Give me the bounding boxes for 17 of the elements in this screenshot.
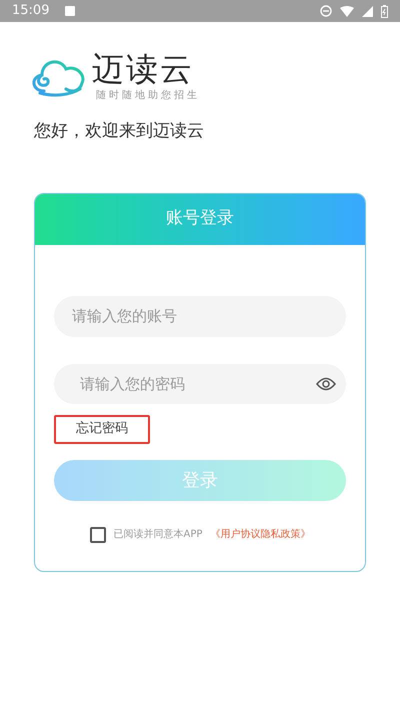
password-field[interactable]: 请输入您的密码 xyxy=(54,364,346,404)
signal-icon xyxy=(362,6,373,16)
card-title: 账号登录 xyxy=(166,207,234,230)
notification-icon xyxy=(65,6,76,16)
account-field[interactable]: 请输入您的账号 xyxy=(54,296,346,336)
agreement-text: 已阅读并同意本APP xyxy=(114,528,202,542)
logo-slogan: 随时随地助您招生 xyxy=(96,88,200,103)
do-not-disturb-icon xyxy=(320,5,332,17)
battery-icon xyxy=(381,4,388,18)
agreement-link[interactable]: 《用户协议隐私政策》 xyxy=(210,527,310,542)
logo-title: 迈读云 xyxy=(92,50,195,88)
greeting-text: 您好，欢迎来到迈读云 xyxy=(33,120,205,143)
forgot-password-link[interactable]: 忘记密码 xyxy=(54,414,150,444)
wifi-icon xyxy=(340,6,354,16)
status-time: 15:09 xyxy=(12,2,50,20)
agreement-checkbox[interactable] xyxy=(90,526,106,542)
eye-icon[interactable] xyxy=(316,376,336,390)
